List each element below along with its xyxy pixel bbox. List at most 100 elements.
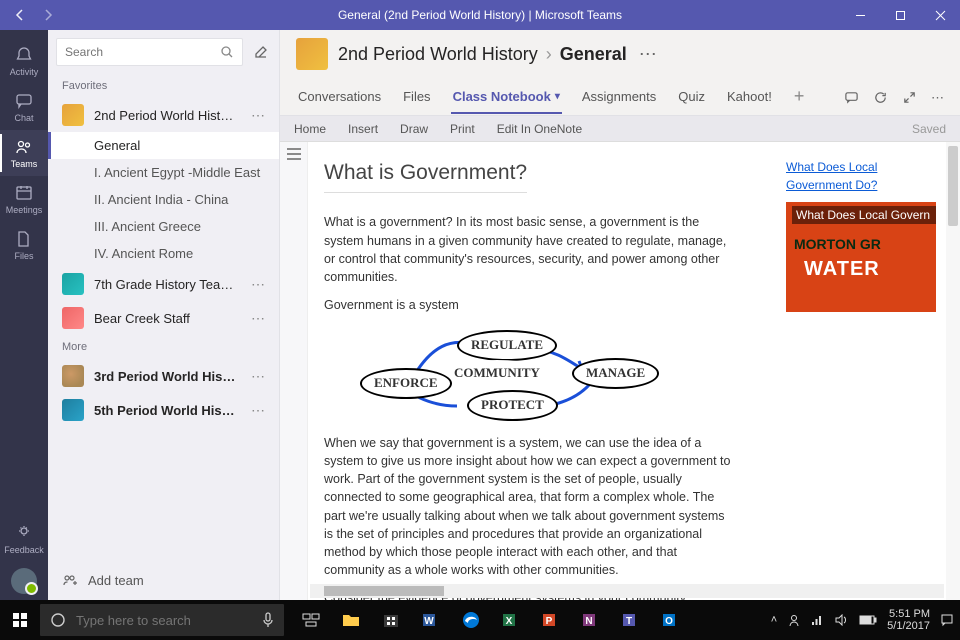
- team-name-label: 2nd Period World History: [94, 108, 237, 123]
- channel-general[interactable]: General: [48, 132, 279, 159]
- tray-notifications-icon[interactable]: [940, 613, 954, 627]
- app-store[interactable]: [372, 600, 410, 640]
- scrollbar-thumb[interactable]: [948, 146, 958, 226]
- app-teams[interactable]: T: [612, 600, 650, 640]
- add-team-button[interactable]: Add team: [48, 560, 279, 600]
- nav-forward-button[interactable]: [36, 3, 60, 27]
- paragraph[interactable]: When we say that government is a system,…: [324, 434, 734, 579]
- ribbon-print[interactable]: Print: [450, 122, 475, 136]
- bubble-protect: PROTECT: [467, 390, 558, 421]
- team-row-3rd-period[interactable]: 3rd Period World History ⋯: [48, 359, 279, 393]
- rail-meetings[interactable]: Meetings: [0, 176, 48, 222]
- tray-clock[interactable]: 5:51 PM 5/1/2017: [887, 608, 930, 632]
- app-edge[interactable]: [452, 600, 490, 640]
- tab-files[interactable]: Files: [401, 83, 432, 112]
- tab-chat-icon[interactable]: [844, 90, 859, 106]
- team-name-label: 7th Grade History Teachers: [94, 277, 237, 292]
- rail-chat[interactable]: Chat: [0, 84, 48, 130]
- rail-activity-label: Activity: [10, 67, 39, 77]
- rail-files[interactable]: Files: [0, 222, 48, 268]
- video-text: MORTON GR: [794, 236, 881, 252]
- sidebar-search-input[interactable]: [65, 45, 220, 59]
- team-more-button[interactable]: ⋯: [247, 368, 269, 385]
- app-file-explorer[interactable]: [332, 600, 370, 640]
- rail-activity[interactable]: Activity: [0, 38, 48, 84]
- rail-teams[interactable]: Teams: [0, 130, 48, 176]
- window-titlebar: General (2nd Period World History) | Mic…: [0, 0, 960, 30]
- tray-volume-icon[interactable]: [835, 614, 849, 626]
- team-more-button[interactable]: ⋯: [247, 402, 269, 419]
- team-more-button[interactable]: ⋯: [247, 107, 269, 124]
- ribbon-draw[interactable]: Draw: [400, 122, 428, 136]
- app-powerpoint[interactable]: P: [532, 600, 570, 640]
- sidebar-search[interactable]: [56, 38, 243, 66]
- compose-button[interactable]: [251, 41, 271, 63]
- window-close-button[interactable]: [920, 0, 960, 30]
- page-nav-toggle[interactable]: [280, 142, 308, 600]
- channel-greece[interactable]: III. Ancient Greece: [48, 213, 279, 240]
- team-more-button[interactable]: ⋯: [247, 310, 269, 327]
- window-minimize-button[interactable]: [840, 0, 880, 30]
- section-favorites: Favorites: [48, 74, 279, 98]
- team-row-2nd-period[interactable]: 2nd Period World History ⋯: [48, 98, 279, 132]
- add-tab-button[interactable]: +: [792, 80, 807, 115]
- team-avatar-icon: [62, 104, 84, 126]
- tray-chevron-up-icon[interactable]: ˄: [771, 614, 777, 626]
- tab-expand-icon[interactable]: [902, 90, 917, 106]
- tray-people-icon[interactable]: [787, 613, 801, 627]
- tab-class-notebook[interactable]: Class Notebook▾: [451, 83, 562, 114]
- team-row-5th-period[interactable]: 5th Period World History ⋯: [48, 393, 279, 427]
- side-link[interactable]: What Does Local Government Do?: [786, 160, 877, 192]
- cortana-icon: [50, 612, 66, 628]
- nav-back-button[interactable]: [8, 3, 32, 27]
- horizontal-scrollbar[interactable]: [310, 584, 944, 598]
- tab-more-button[interactable]: ⋯: [931, 90, 944, 106]
- rail-files-label: Files: [14, 251, 33, 261]
- channel-egypt[interactable]: I. Ancient Egypt -Middle East: [48, 159, 279, 186]
- mic-icon[interactable]: [262, 612, 274, 628]
- tab-label: Class Notebook: [453, 89, 551, 104]
- app-rail: Activity Chat Teams Meetings Files Feedb…: [0, 30, 48, 600]
- svg-text:W: W: [424, 616, 434, 627]
- tray-battery-icon[interactable]: [859, 615, 877, 625]
- team-row-bear-creek[interactable]: Bear Creek Staff ⋯: [48, 301, 279, 335]
- svg-text:P: P: [546, 616, 553, 627]
- start-button[interactable]: [0, 600, 40, 640]
- window-maximize-button[interactable]: [880, 0, 920, 30]
- app-outlook[interactable]: O: [652, 600, 690, 640]
- page-title[interactable]: What is Government?: [324, 158, 527, 193]
- channel-india[interactable]: II. Ancient India - China: [48, 186, 279, 213]
- ribbon-edit-in-onenote[interactable]: Edit In OneNote: [497, 122, 582, 136]
- app-onenote[interactable]: N: [572, 600, 610, 640]
- notebook-page[interactable]: What is Government? What is a government…: [308, 142, 946, 600]
- rail-feedback[interactable]: Feedback: [0, 516, 48, 562]
- taskbar-search-input[interactable]: [76, 613, 252, 628]
- tab-refresh-icon[interactable]: [873, 90, 888, 106]
- scrollbar-thumb[interactable]: [324, 586, 444, 596]
- taskbar-search[interactable]: [40, 604, 284, 636]
- video-embed[interactable]: What Does Local Govern MORTON GR WATER: [786, 202, 936, 312]
- channel-tabs: Conversations Files Class Notebook▾ Assi…: [280, 80, 960, 116]
- ribbon-home[interactable]: Home: [294, 122, 326, 136]
- team-row-7th-grade[interactable]: 7th Grade History Teachers ⋯: [48, 267, 279, 301]
- tab-quiz[interactable]: Quiz: [676, 83, 707, 112]
- tray-network-icon[interactable]: [811, 614, 825, 626]
- tab-kahoot[interactable]: Kahoot!: [725, 83, 774, 112]
- paragraph[interactable]: What is a government? In its most basic …: [324, 213, 734, 286]
- main-pane: 2nd Period World History › General ⋯ Con…: [280, 30, 960, 600]
- team-more-button[interactable]: ⋯: [247, 276, 269, 293]
- paragraph[interactable]: Government is a system: [324, 296, 734, 314]
- channel-rome[interactable]: IV. Ancient Rome: [48, 240, 279, 267]
- tab-assignments[interactable]: Assignments: [580, 83, 658, 112]
- task-view-icon[interactable]: [292, 600, 330, 640]
- ribbon-insert[interactable]: Insert: [348, 122, 378, 136]
- section-more: More: [48, 335, 279, 359]
- header-more-button[interactable]: ⋯: [639, 44, 657, 65]
- current-user-avatar[interactable]: [11, 568, 37, 594]
- tab-conversations[interactable]: Conversations: [296, 83, 383, 112]
- app-word[interactable]: W: [412, 600, 450, 640]
- svg-text:X: X: [506, 616, 513, 627]
- vertical-scrollbar[interactable]: [946, 142, 960, 600]
- app-excel[interactable]: X: [492, 600, 530, 640]
- breadcrumb-team[interactable]: 2nd Period World History: [338, 44, 538, 65]
